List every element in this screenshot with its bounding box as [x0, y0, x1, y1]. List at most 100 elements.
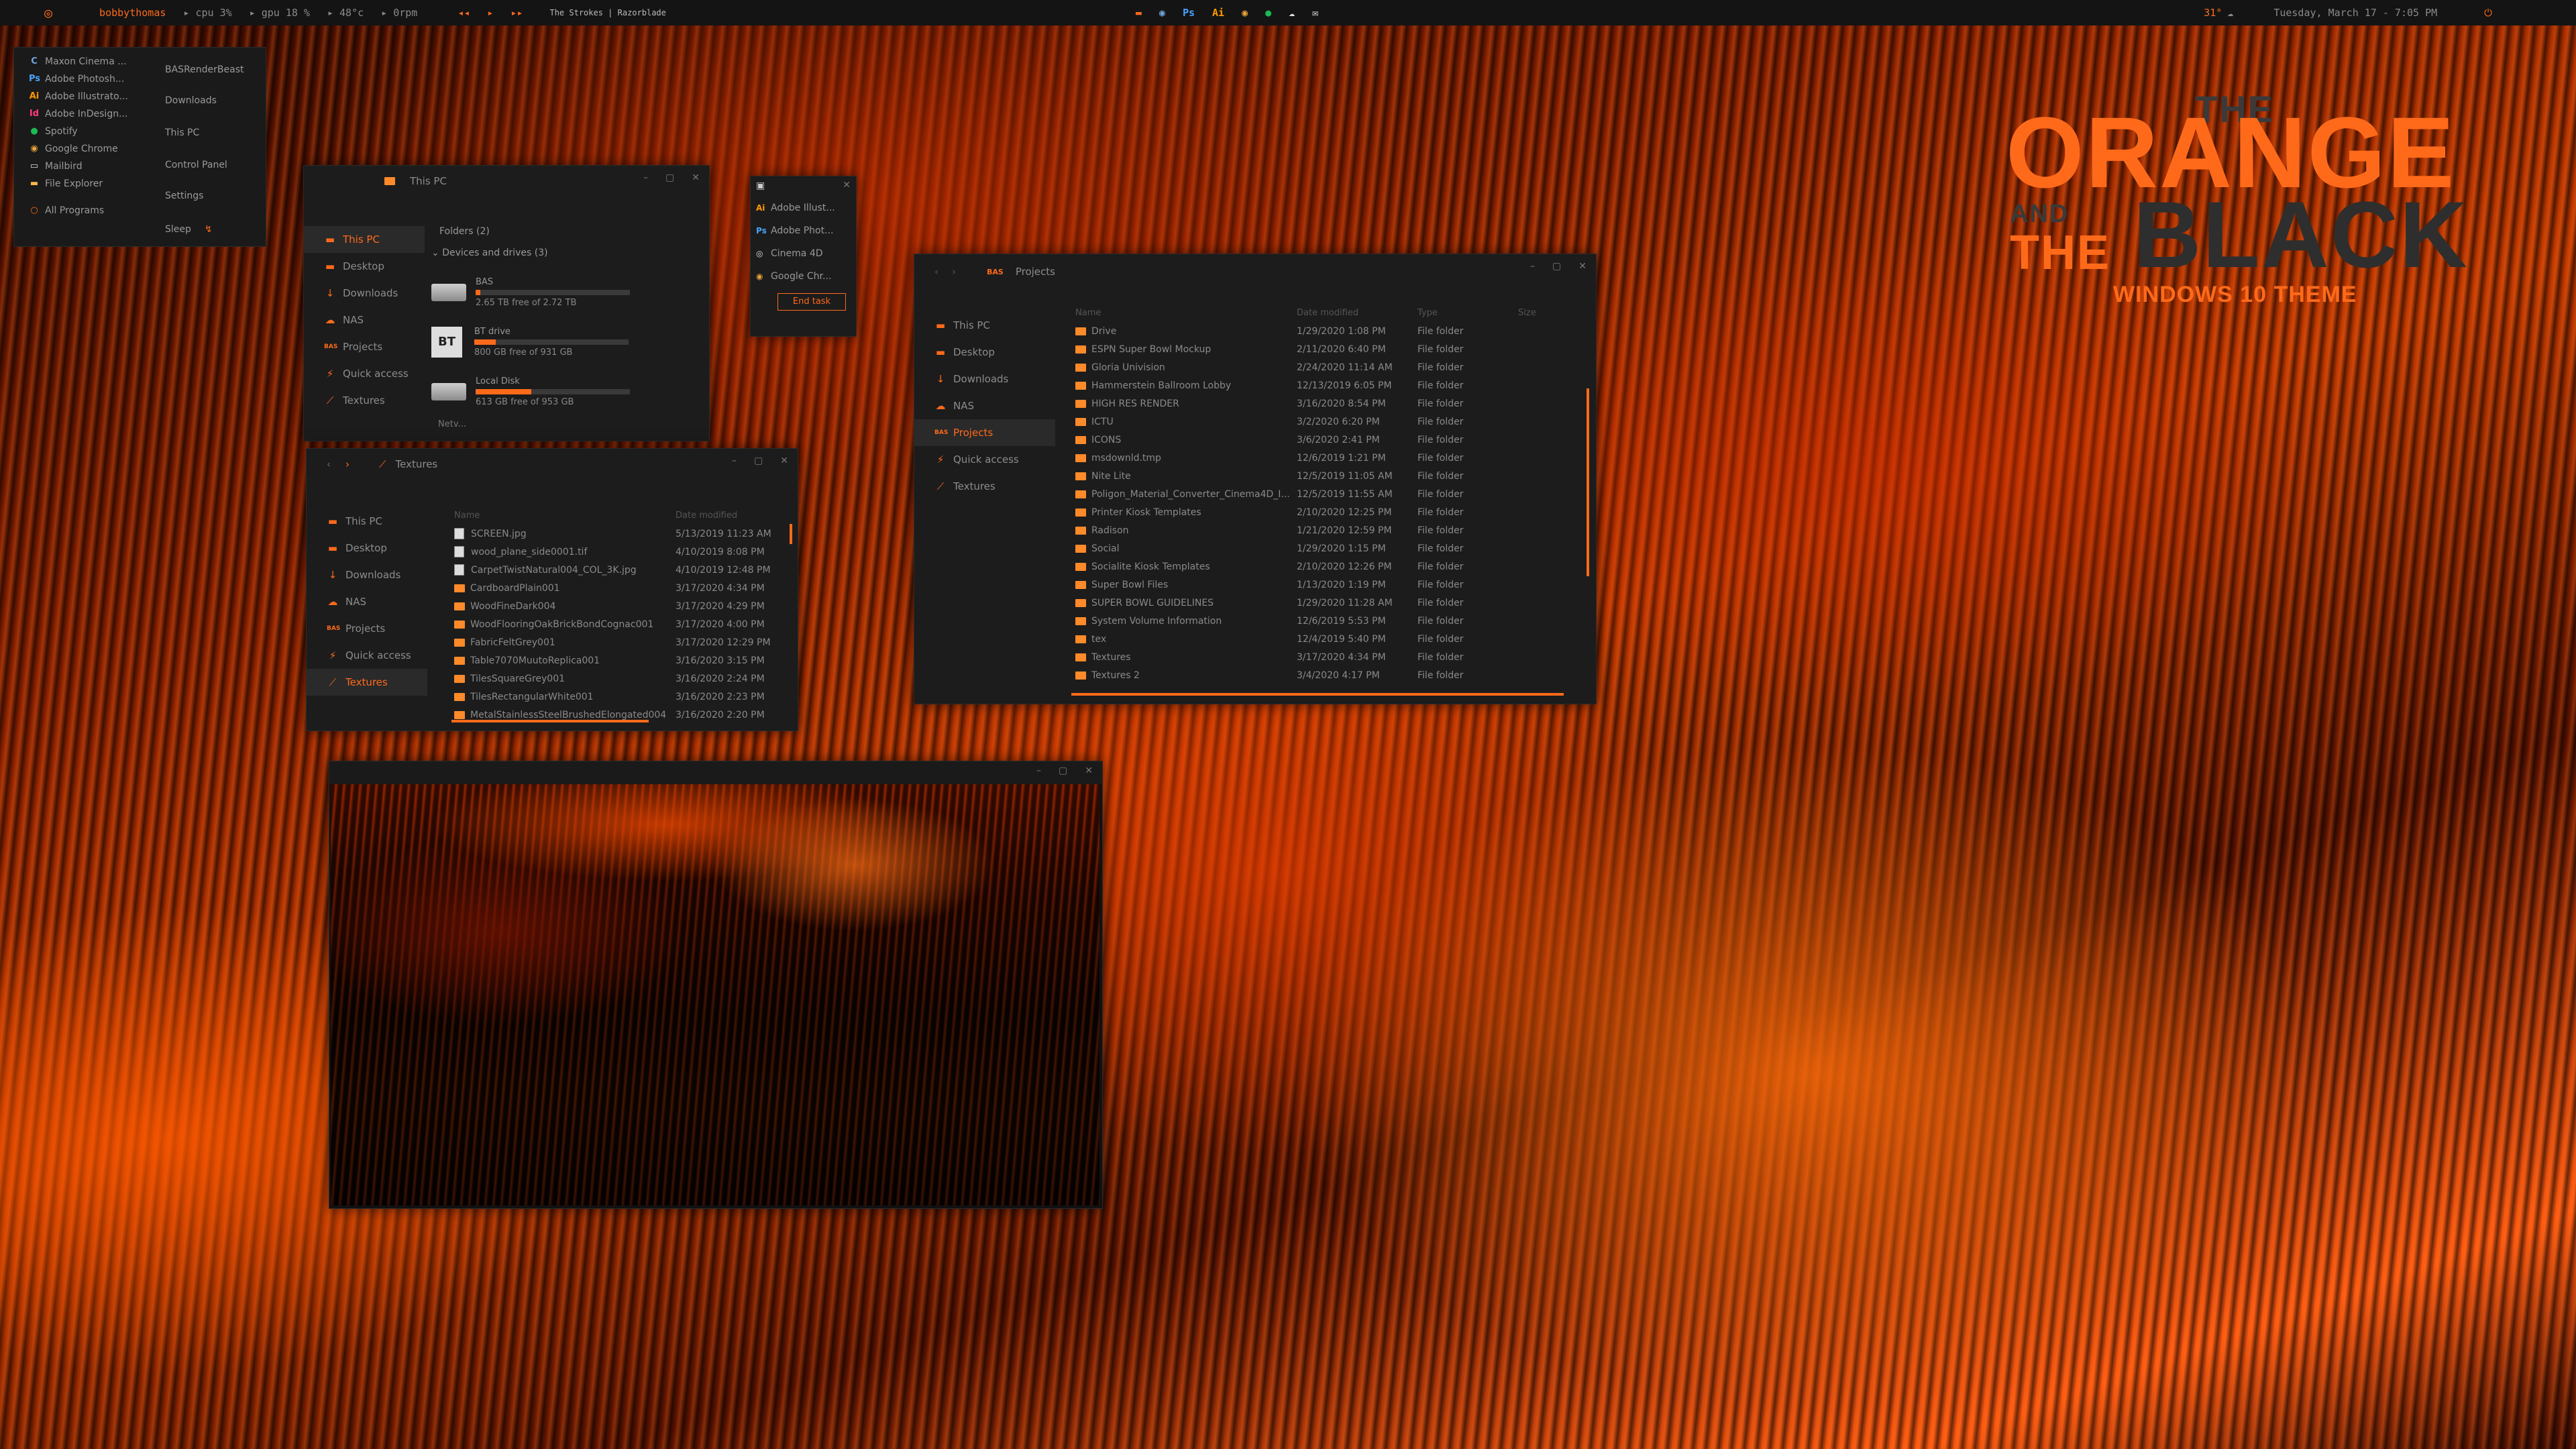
file-row[interactable]: Nite Lite 12/5/2019 11:05 AM File folder [1070, 467, 1580, 485]
forward-arrow-icon[interactable]: › [952, 266, 956, 278]
datetime[interactable]: Tuesday, March 17 - 7:05 PM [2273, 7, 2437, 19]
minimize-icon[interactable]: – [643, 172, 648, 183]
close-icon[interactable]: ✕ [843, 180, 851, 191]
window-titlebar[interactable]: ‹ › BAS Projects [914, 254, 1596, 289]
file-row[interactable]: WoodFlooringOakBrickBondCognac001 3/17/20… [447, 615, 790, 633]
start-app-item[interactable]: Ps Adobe Photosh... [14, 70, 148, 88]
file-row[interactable]: Super Bowl Files 1/13/2020 1:19 PM File fo… [1070, 576, 1580, 594]
minimize-icon[interactable]: – [732, 455, 737, 466]
nav-item-desktop[interactable]: ▬ Desktop [307, 535, 427, 561]
nav-item-quick-access[interactable]: ⚡ Quick access [307, 642, 427, 669]
file-row[interactable]: wood_plane_side0001.tif 4/10/2019 8:08 PM [447, 543, 790, 561]
start-app-item[interactable]: ▭ Mailbird [14, 158, 148, 175]
media-play-icon[interactable]: ▸ [487, 7, 493, 19]
file-row[interactable]: CardboardPlain001 3/17/2020 4:34 PM [447, 579, 790, 597]
file-row[interactable]: ESPN Super Bowl Mockup 2/11/2020 6:40 PM F… [1070, 340, 1580, 358]
nav-item-nas[interactable]: ☁ NAS [304, 307, 425, 333]
start-app-item[interactable]: Id Adobe InDesign... [14, 105, 148, 123]
nav-item-projects[interactable]: BAS Projects [307, 615, 427, 642]
start-link-settings[interactable]: Settings [165, 180, 266, 211]
file-row[interactable]: WoodFineDark004 3/17/2020 4:29 PM [447, 597, 790, 615]
close-icon[interactable]: ✕ [692, 172, 700, 183]
cloud-icon[interactable]: ☁ [1289, 7, 1295, 19]
horizontal-scrollbar[interactable] [1071, 693, 1564, 696]
all-programs-link[interactable]: ○ All Programs [14, 202, 148, 219]
file-row[interactable]: SCREEN.jpg 5/13/2019 11:23 AM [447, 525, 790, 543]
file-row[interactable]: HIGH RES RENDER 3/16/2020 8:54 PM File fol… [1070, 394, 1580, 413]
file-row[interactable]: tex 12/4/2019 5:40 PM File folder [1070, 630, 1580, 648]
start-app-item[interactable]: ▬ File Explorer [14, 175, 148, 193]
file-row[interactable]: Table7070MuutoReplica001 3/16/2020 3:15 P… [447, 651, 790, 669]
file-row[interactable]: ICTU 3/2/2020 6:20 PM File folder [1070, 413, 1580, 431]
close-icon[interactable]: ✕ [780, 455, 788, 466]
network-header[interactable]: Netv... [431, 419, 700, 429]
maximize-icon[interactable]: ▢ [1059, 765, 1067, 776]
close-icon[interactable]: ✕ [1578, 261, 1587, 272]
start-link-basrenderbeast[interactable]: BASRenderBeast [165, 54, 266, 85]
close-icon[interactable]: ✕ [1085, 765, 1093, 776]
bookmark-icon[interactable]: ▬ [1136, 7, 1142, 19]
file-row[interactable]: Textures 3/17/2020 4:34 PM File folder [1070, 648, 1580, 666]
file-row[interactable]: Socialite Kiosk Templates 2/10/2020 12:26… [1070, 557, 1580, 576]
drive-item[interactable]: Local Disk 613 GB free of 953 GB [431, 367, 700, 417]
minimize-icon[interactable]: – [1530, 261, 1535, 272]
nav-item-this-pc[interactable]: ▬ This PC [307, 508, 427, 535]
file-row[interactable]: System Volume Information 12/6/2019 5:53 … [1070, 612, 1580, 630]
file-row[interactable]: FabricFeltGrey001 3/17/2020 12:29 PM [447, 633, 790, 651]
devices-header[interactable]: ⌄ Devices and drives (3) [431, 248, 700, 268]
maximize-icon[interactable]: ▢ [1552, 261, 1561, 272]
nav-item-projects[interactable]: BAS Projects [914, 419, 1055, 446]
nav-item-projects[interactable]: BAS Projects [304, 333, 425, 360]
ps-icon[interactable]: Ps [1183, 7, 1195, 19]
start-app-item[interactable]: C Maxon Cinema ... [14, 53, 148, 70]
end-task-button[interactable]: End task [777, 293, 846, 311]
file-row[interactable]: CarpetTwistNatural004_COL_3K.jpg 4/10/201… [447, 561, 790, 579]
task-item[interactable]: Ai Adobe Illust... [756, 197, 856, 219]
file-row[interactable]: msdownld.tmp 12/6/2019 1:21 PM File folder [1070, 449, 1580, 467]
chrome-icon-2[interactable]: ◉ [1242, 7, 1248, 19]
scrollbar-thumb[interactable] [1587, 388, 1589, 576]
file-row[interactable]: Printer Kiosk Templates 2/10/2020 12:25 P… [1070, 503, 1580, 521]
forward-arrow-icon[interactable]: › [345, 458, 350, 470]
file-row[interactable]: Hammerstein Ballroom Lobby 12/13/2019 6:0… [1070, 376, 1580, 394]
start-app-item[interactable]: Ai Adobe Illustrato... [14, 88, 148, 105]
nav-item-textures[interactable]: ⟋ Textures [307, 669, 427, 696]
file-row[interactable]: Radison 1/21/2020 12:59 PM File folder [1070, 521, 1580, 539]
task-item[interactable]: Ps Adobe Phot... [756, 219, 856, 242]
media-prev-icon[interactable]: ◂◂ [458, 7, 470, 19]
file-row[interactable]: ICONS 3/6/2020 2:41 PM File folder [1070, 431, 1580, 449]
folders-header[interactable]: Folders (2) [431, 226, 700, 248]
nav-item-nas[interactable]: ☁ NAS [914, 392, 1055, 419]
start-link-control-panel[interactable]: Control Panel [165, 150, 266, 180]
mail-icon[interactable]: ✉ [1312, 7, 1318, 19]
start-app-item[interactable]: ◉ Google Chrome [14, 140, 148, 158]
file-row[interactable]: Textures 2 3/4/2020 4:17 PM File folder [1070, 666, 1580, 684]
file-row[interactable]: Social 1/29/2020 1:15 PM File folder [1070, 539, 1580, 557]
ai-icon[interactable]: Ai [1212, 7, 1224, 19]
task-item[interactable]: ◎ Cinema 4D [756, 242, 856, 265]
start-link-this-pc[interactable]: This PC [165, 116, 266, 150]
nav-item-downloads[interactable]: ↓ Downloads [307, 561, 427, 588]
file-row[interactable]: Gloria Univision 2/24/2020 11:14 AM File f… [1070, 358, 1580, 376]
horizontal-scrollbar[interactable] [451, 720, 649, 722]
task-item[interactable]: ◉ Google Chr... [756, 265, 856, 288]
maximize-icon[interactable]: ▢ [754, 455, 763, 466]
scrollbar-thumb[interactable] [790, 524, 792, 544]
back-arrow-icon[interactable]: ‹ [934, 266, 938, 278]
nav-item-textures[interactable]: ⟋ Textures [914, 473, 1055, 500]
nav-item-downloads[interactable]: ↓ Downloads [914, 366, 1055, 392]
file-row[interactable]: TilesSquareGrey001 3/16/2020 2:24 PM [447, 669, 790, 688]
nav-item-this-pc[interactable]: ▬ This PC [304, 226, 425, 253]
drive-item[interactable]: BT BT drive 800 GB free of 931 GB [431, 317, 700, 367]
logo-icon[interactable]: ◎ [44, 5, 52, 21]
drive-item[interactable]: BAS 2.65 TB free of 2.72 TB [431, 268, 700, 317]
nav-item-textures[interactable]: ⟋ Textures [304, 387, 425, 414]
chrome-icon[interactable]: ◉ [1159, 7, 1165, 19]
back-arrow-icon[interactable]: ‹ [327, 458, 331, 470]
maximize-icon[interactable]: ▢ [665, 172, 674, 183]
minimize-icon[interactable]: – [1036, 765, 1041, 776]
file-row[interactable]: SUPER BOWL GUIDELINES 1/29/2020 11:28 AM F… [1070, 594, 1580, 612]
nav-item-desktop[interactable]: ▬ Desktop [304, 253, 425, 280]
window-titlebar[interactable]: ‹ › ⟋ Textures [307, 449, 798, 480]
file-row[interactable]: Poligon_Material_Converter_Cinema4D_I...… [1070, 485, 1580, 503]
